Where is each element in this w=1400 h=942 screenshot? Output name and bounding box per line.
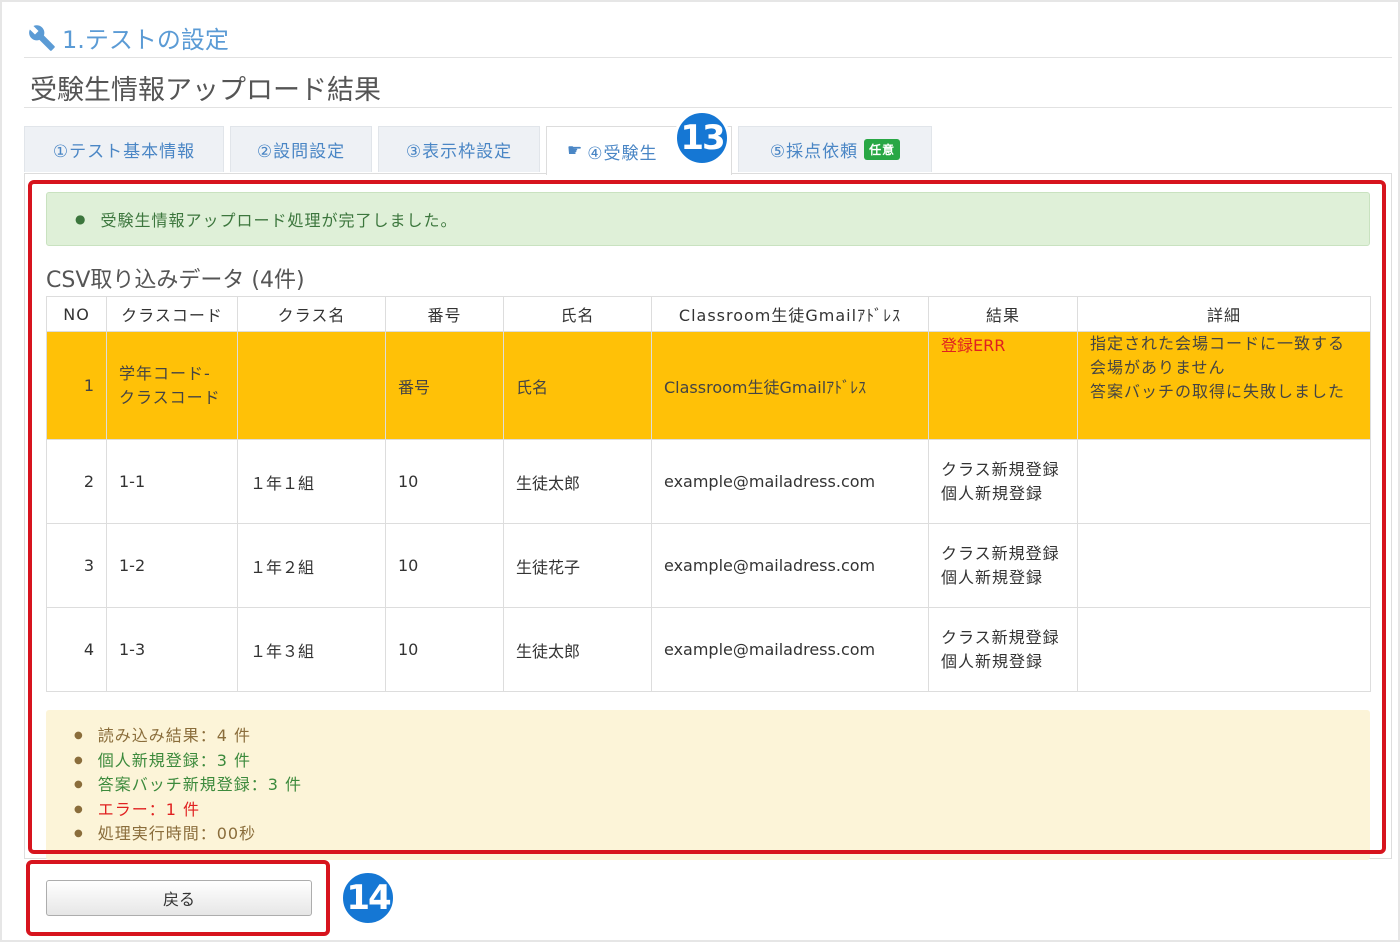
tab-display-frame-settings[interactable]: ③表示枠設定 [378,126,540,172]
hand-pointer-icon: ☛ [567,141,584,161]
window-frame-top [0,0,1400,2]
step-badge-14: 14 [340,870,396,926]
tab-test-basic-info[interactable]: ①テスト基本情報 [24,126,224,172]
step-badge-13: 13 [674,110,730,166]
page-title: 受験生情報アップロード結果 [24,64,1392,108]
tab-label: ⑤採点依頼 [769,142,859,162]
optional-badge: 任意 [864,139,901,160]
tab-label: ②設問設定 [256,142,346,162]
tab-label: ①テスト基本情報 [52,142,196,162]
highlight-frame-back-button [26,860,330,936]
highlight-frame-content [28,180,1386,854]
tab-label: ③表示枠設定 [405,142,513,162]
window-frame-left [0,0,2,942]
section-header-text: 1.テストの設定 [62,26,229,54]
section-header: 1.テストの設定 [24,18,1392,58]
tab-grading-request[interactable]: ⑤採点依頼 任意 [738,126,932,172]
tab-question-settings[interactable]: ②設問設定 [230,126,372,172]
tab-label: ④受験生 [587,143,658,164]
wrench-icon [29,24,55,51]
